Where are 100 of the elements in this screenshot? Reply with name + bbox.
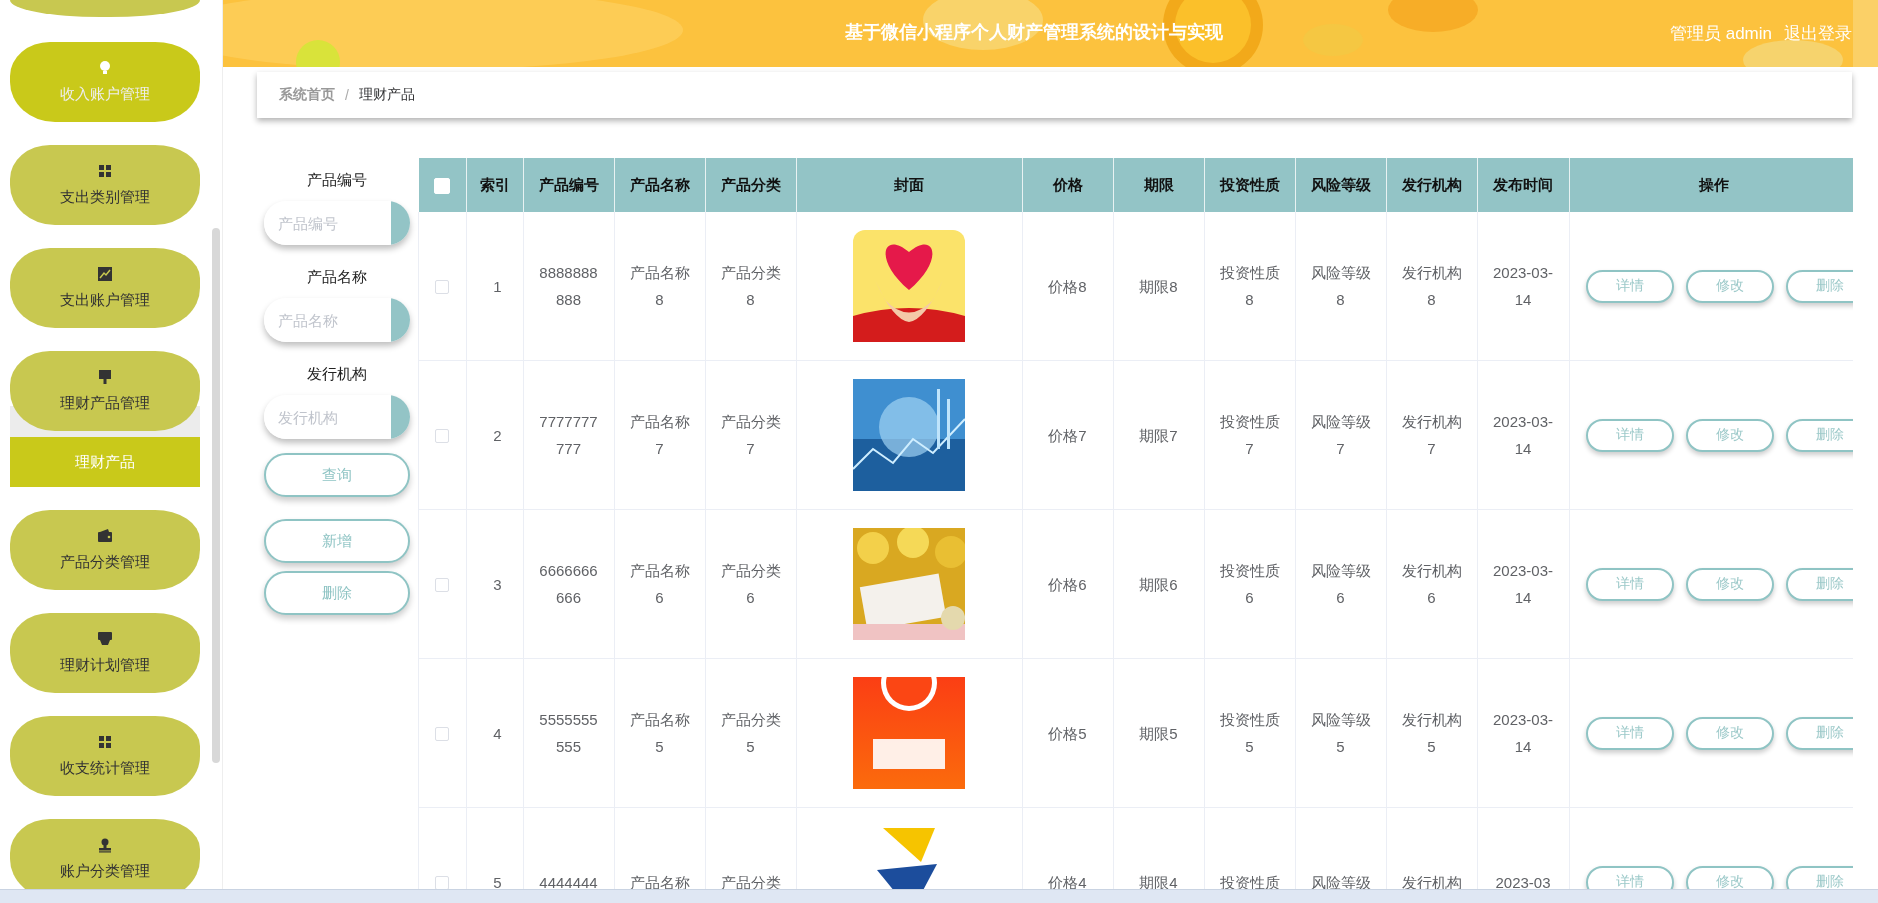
column-header: 产品编号 <box>538 175 599 193</box>
table-cell-text: 2023-03-14 <box>1492 710 1554 757</box>
grid-icon <box>97 163 113 179</box>
checkbox[interactable] <box>435 429 450 444</box>
table-cell-text: 产品分类6 <box>719 561 782 608</box>
table-cell-text: 风险等级 <box>1309 872 1372 889</box>
delete-button[interactable]: 删除 <box>264 571 410 615</box>
table-cell-text: 价格6 <box>1047 574 1088 595</box>
submenu-item[interactable]: 理财产品 <box>10 437 200 487</box>
checkbox[interactable] <box>435 876 450 889</box>
table-cell-text: 6666666666 <box>538 561 599 608</box>
table-cell-text: 2023-03 <box>1494 872 1552 889</box>
table-cell-text: 投资性质8 <box>1218 263 1281 310</box>
menu-item[interactable]: 账户分类管理 <box>10 819 200 889</box>
table-cell-text: 期限4 <box>1138 872 1179 889</box>
details-button[interactable]: 详情 <box>1585 269 1674 303</box>
table-cell-text: 产品分类8 <box>719 263 782 310</box>
table-cell-text: 产品名称6 <box>628 561 691 608</box>
column-header: 投资性质 <box>1219 175 1280 193</box>
column-header: 产品名称 <box>629 175 690 193</box>
table-cell-text: 4444444 <box>538 872 599 889</box>
table-cell-text: 期限6 <box>1138 574 1179 595</box>
table-cell-text: 价格7 <box>1047 425 1088 446</box>
table-cell-text: 价格5 <box>1047 723 1088 744</box>
table-cell-text: 产品名称 <box>628 872 691 889</box>
query-button[interactable]: 查询 <box>264 453 410 497</box>
menu-item[interactable]: 支出账户管理 <box>10 248 200 328</box>
table-cell-text: 2023-03-14 <box>1492 561 1554 608</box>
edit-button[interactable]: 修改 <box>1685 269 1774 303</box>
table-cell-text: 投资性质 <box>1218 872 1281 889</box>
column-header: 价格 <box>1052 175 1083 193</box>
table-cell-text: 5 <box>492 872 503 889</box>
table-cell-text: 产品名称5 <box>628 710 691 757</box>
wallet-icon <box>97 528 113 544</box>
table-cell-text: 1 <box>492 276 503 297</box>
grid-icon <box>97 734 113 750</box>
column-header: 操作 <box>1698 175 1729 193</box>
user-label: 管理员 admin <box>1669 23 1772 45</box>
column-header: 索引 <box>479 175 510 193</box>
bulb-icon <box>97 60 113 76</box>
table-cell-text: 期限8 <box>1138 276 1179 297</box>
breadcrumb-link[interactable]: 系统首页 <box>279 86 335 104</box>
table-cell-text: 产品名称8 <box>628 263 691 310</box>
checkbox[interactable] <box>435 727 450 742</box>
delete-button[interactable]: 删除 <box>1785 567 1853 601</box>
table-cell-text: 发行机构8 <box>1400 263 1463 310</box>
table-cell-text: 2 <box>492 425 503 446</box>
menu-item[interactable]: 收入账户管理 <box>10 42 200 122</box>
table-cell-text: 投资性质7 <box>1218 412 1281 459</box>
table-cell-text: 5555555555 <box>538 710 599 757</box>
column-header: 发布时间 <box>1493 175 1553 193</box>
table-cell-text: 投资性质5 <box>1218 710 1281 757</box>
menu-item[interactable]: 收支统计管理 <box>10 716 200 796</box>
table-cell-text: 价格4 <box>1047 872 1088 889</box>
edit-button[interactable]: 修改 <box>1685 567 1774 601</box>
menu-item[interactable]: 理财产品管理 <box>10 351 200 431</box>
search-field[interactable]: 产品编号 <box>264 201 410 245</box>
delete-button[interactable]: 删除 <box>1785 865 1853 889</box>
table-cell-text: 产品名称7 <box>628 412 691 459</box>
table-cell-text: 产品分类5 <box>719 710 782 757</box>
checkbox[interactable] <box>435 578 450 593</box>
menu-item[interactable]: 支出类别管理 <box>10 145 200 225</box>
table-cell-text: 风险等级8 <box>1309 263 1372 310</box>
logout-link[interactable]: 退出登录 <box>1784 22 1852 45</box>
table-cell-text: 产品分类 <box>719 872 782 889</box>
table-cell-text: 投资性质6 <box>1218 561 1281 608</box>
table-cell-text: 4 <box>492 723 503 744</box>
table-cell-text: 期限5 <box>1138 723 1179 744</box>
table-cell-text: 风险等级5 <box>1309 710 1372 757</box>
column-header: 风险等级 <box>1310 175 1371 193</box>
details-button[interactable]: 详情 <box>1585 418 1674 452</box>
edit-button[interactable]: 修改 <box>1685 418 1774 452</box>
breadcrumb-separator: / <box>345 87 349 103</box>
table-cell-text: 3 <box>492 574 503 595</box>
table-cell-text: 8888888888 <box>538 263 599 310</box>
table-cell-text: 发行机构 <box>1400 872 1463 889</box>
search-field[interactable]: 产品名称 <box>264 298 410 342</box>
field-label: 产品编号 <box>306 170 368 190</box>
delete-button[interactable]: 删除 <box>1785 418 1853 452</box>
details-button[interactable]: 详情 <box>1585 865 1674 889</box>
column-header: 发行机构 <box>1401 175 1462 193</box>
table-cell-text: 2023-03-14 <box>1492 412 1554 459</box>
table-cell-text: 期限7 <box>1138 425 1179 446</box>
table-cell-text: 2023-03-14 <box>1492 263 1554 310</box>
search-field[interactable]: 发行机构 <box>264 395 410 439</box>
edit-button[interactable]: 修改 <box>1685 865 1774 889</box>
delete-button[interactable]: 删除 <box>1785 716 1853 750</box>
table-cell-text: 7777777777 <box>538 412 599 459</box>
details-button[interactable]: 详情 <box>1585 716 1674 750</box>
add-button[interactable]: 新增 <box>264 519 410 563</box>
checkbox[interactable] <box>435 280 450 295</box>
menu-item[interactable]: 产品分类管理 <box>10 510 200 590</box>
details-button[interactable]: 详情 <box>1585 567 1674 601</box>
menu-item[interactable]: 理财计划管理 <box>10 613 200 693</box>
scrollbar[interactable] <box>212 228 220 763</box>
table-cell-text: 产品分类7 <box>719 412 782 459</box>
delete-button[interactable]: 删除 <box>1785 269 1853 303</box>
edit-button[interactable]: 修改 <box>1685 716 1774 750</box>
stamp-icon <box>97 837 113 853</box>
table-cell-text: 发行机构7 <box>1400 412 1463 459</box>
